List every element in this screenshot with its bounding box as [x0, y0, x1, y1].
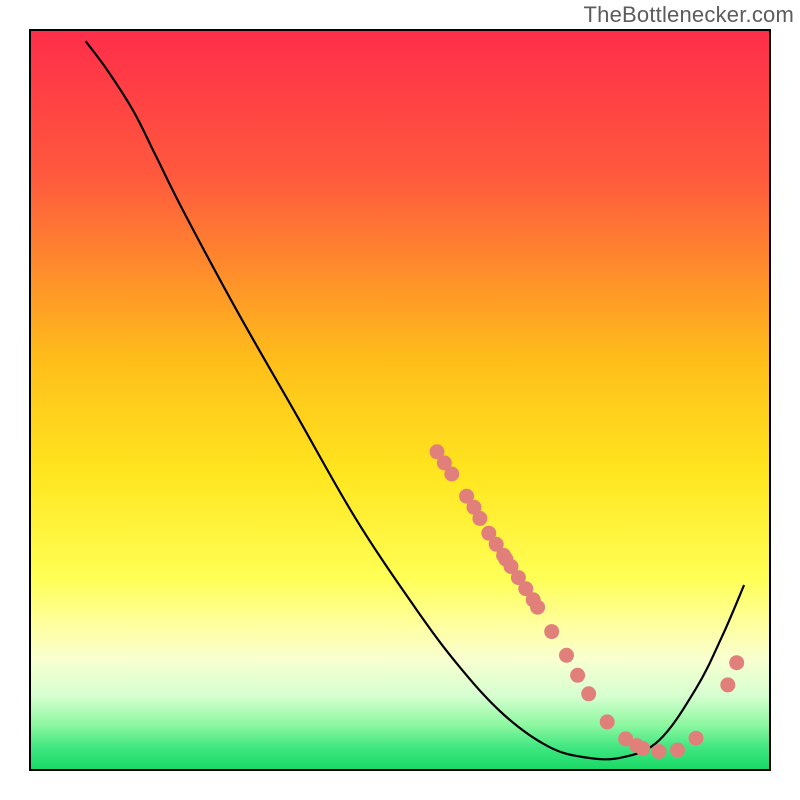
watermark-text: TheBottlenecker.com	[584, 2, 794, 28]
data-marker	[600, 714, 615, 729]
data-marker	[444, 467, 459, 482]
data-marker	[720, 677, 735, 692]
data-marker	[544, 624, 559, 639]
bottleneck-chart	[0, 0, 800, 800]
data-marker	[670, 743, 685, 758]
data-marker	[530, 600, 545, 615]
data-marker	[689, 731, 704, 746]
data-marker	[729, 655, 744, 670]
data-marker	[559, 648, 574, 663]
plot-background	[30, 30, 770, 770]
data-marker	[581, 686, 596, 701]
data-marker	[570, 668, 585, 683]
data-marker	[652, 744, 667, 759]
data-marker	[472, 511, 487, 526]
data-marker	[635, 741, 650, 756]
